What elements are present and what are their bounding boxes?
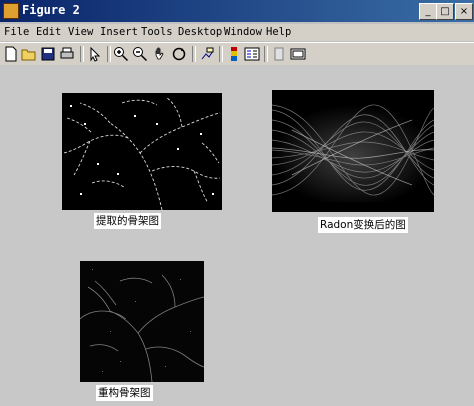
radon-image xyxy=(272,90,434,212)
window-title: Figure 2 xyxy=(22,3,80,17)
hide-plot-tools-icon[interactable] xyxy=(271,46,287,62)
menu-help[interactable]: Help xyxy=(266,26,291,38)
zoom-out-icon[interactable] xyxy=(132,46,148,62)
colorbar-icon[interactable] xyxy=(226,46,242,62)
data-cursor-icon[interactable] xyxy=(199,46,215,62)
toolbar-separator xyxy=(264,46,268,62)
menu-view[interactable]: View xyxy=(68,26,93,38)
select-arrow-icon[interactable] xyxy=(87,46,103,62)
toolbar-separator xyxy=(107,46,111,62)
rotate-3d-icon[interactable] xyxy=(171,46,187,62)
toolbar-separator xyxy=(219,46,223,62)
reconstruct-caption: 重构骨架图 xyxy=(96,385,153,401)
figure-toolbar xyxy=(0,42,474,66)
radon-caption: Radon变换后的图 xyxy=(318,217,408,233)
matlab-icon xyxy=(3,3,19,19)
print-icon[interactable] xyxy=(59,46,75,62)
menu-window[interactable]: Window xyxy=(224,26,262,38)
figure-window: Figure 2 _ □ × File Edit View Insert Too… xyxy=(0,0,474,406)
menu-tools[interactable]: Tools xyxy=(141,26,173,38)
pan-hand-icon[interactable] xyxy=(152,46,168,62)
minimize-button[interactable]: _ xyxy=(419,3,437,20)
reconstruct-image xyxy=(80,261,204,382)
figure-canvas: 提取的骨架图 Radon变换后的图 重构骨架图 xyxy=(0,65,474,406)
menu-desktop[interactable]: Desktop xyxy=(178,26,222,38)
legend-icon[interactable] xyxy=(244,46,260,62)
menu-insert[interactable]: Insert xyxy=(100,26,138,38)
new-figure-icon[interactable] xyxy=(3,46,19,62)
show-plot-tools-icon[interactable] xyxy=(290,46,306,62)
skeleton-image xyxy=(62,93,222,210)
maximize-button[interactable]: □ xyxy=(436,3,454,20)
menu-edit[interactable]: Edit xyxy=(36,26,61,38)
save-icon[interactable] xyxy=(40,46,56,62)
close-button[interactable]: × xyxy=(455,3,473,20)
title-bar: Figure 2 _ □ × xyxy=(0,0,474,22)
zoom-in-icon[interactable] xyxy=(113,46,129,62)
menu-bar: File Edit View Insert Tools Desktop Wind… xyxy=(0,24,474,41)
open-file-icon[interactable] xyxy=(21,46,37,62)
skeleton-caption: 提取的骨架图 xyxy=(94,213,161,229)
menu-file[interactable]: File xyxy=(4,26,29,38)
toolbar-separator xyxy=(192,46,196,62)
toolbar-separator xyxy=(80,46,84,62)
